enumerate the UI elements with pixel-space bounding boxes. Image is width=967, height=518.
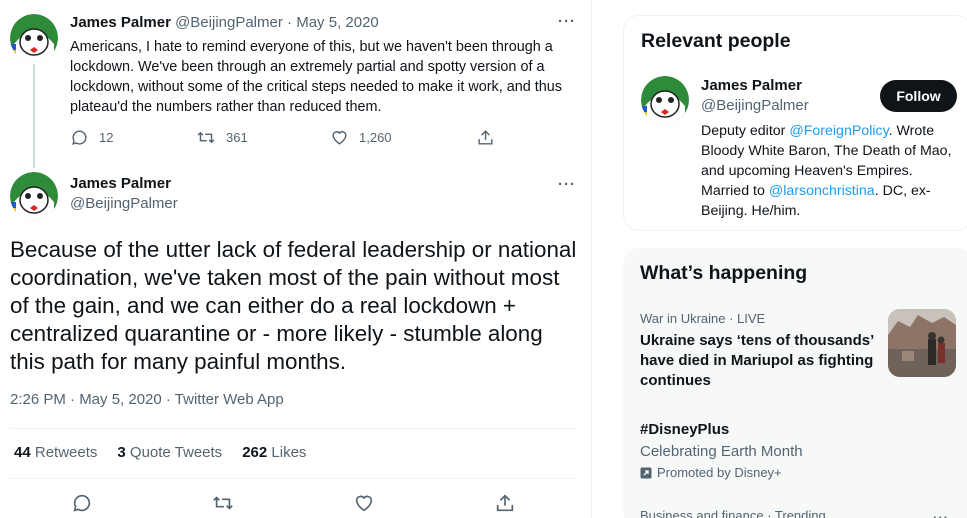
trend-item[interactable]: #DisneyPlus Celebrating Earth Month Prom… (640, 420, 940, 480)
divider (10, 428, 576, 429)
retweets-label: Retweets (34, 444, 98, 461)
bio-link-larsonchristina[interactable]: @larsonchristina (769, 183, 875, 199)
bio-text: Deputy editor (701, 123, 790, 139)
share-button[interactable] (476, 128, 495, 147)
thread-connector (33, 64, 35, 168)
retweets-stat[interactable]: 44 Retweets (14, 444, 97, 461)
divider (10, 478, 576, 479)
relevant-people-card: Relevant people James Palmer @BeijingPal… (623, 15, 967, 231)
main-tweet-text: Because of the utter lack of federal lea… (10, 237, 577, 374)
more-icon[interactable]: ··· (558, 176, 576, 193)
like-button[interactable]: 1,260 (330, 128, 392, 147)
avatar[interactable] (10, 172, 58, 220)
tweet-text: Americans, I hate to remind everyone of … (70, 39, 562, 115)
tweet-thread: James Palmer @BeijingPalmer · May 5, 202… (0, 0, 592, 518)
promoted-text: Promoted by Disney+ (657, 465, 782, 480)
quote-tweets-stat[interactable]: 3 Quote Tweets (117, 444, 222, 461)
avatar[interactable] (641, 76, 689, 124)
more-icon[interactable]: ··· (933, 510, 949, 518)
bio-link-foreignpolicy[interactable]: @ForeignPolicy (789, 123, 888, 139)
reply-button[interactable]: 12 (70, 128, 113, 147)
quotes-count: 3 (117, 444, 126, 461)
quotes-label: Quote Tweets (129, 444, 223, 461)
tweet-actions: 12 361 1,260 (70, 128, 500, 148)
like-count: 1,260 (359, 130, 392, 145)
author-handle[interactable]: @BeijingPalmer (70, 195, 178, 212)
person-handle[interactable]: @BeijingPalmer (701, 97, 809, 114)
tweet-date[interactable]: May 5, 2020 (296, 14, 379, 31)
trend-item[interactable]: War in Ukraine · LIVE Ukraine says ‘tens… (640, 311, 880, 391)
trend-meta: War in Ukraine · LIVE (640, 311, 766, 326)
likes-stat[interactable]: 262 Likes (242, 444, 306, 461)
card-title: Relevant people (641, 30, 791, 52)
reply-count: 12 (99, 130, 114, 145)
trend-title: #DisneyPlus (640, 421, 730, 438)
person-bio: Deputy editor @ForeignPolicy. Wrote Bloo… (701, 121, 963, 221)
tweet-stats: 44 Retweets 3 Quote Tweets 262 Likes (14, 444, 306, 461)
retweet-count: 361 (226, 130, 248, 145)
likes-label: Likes (271, 444, 307, 461)
follow-button[interactable]: Follow (880, 80, 957, 112)
trend-meta: Business and finance · Trending (640, 508, 826, 518)
share-icon[interactable] (494, 492, 516, 514)
trend-item[interactable]: Business and finance · Trending (640, 508, 826, 518)
author-name[interactable]: James Palmer (70, 14, 171, 31)
reply-icon (70, 128, 89, 147)
share-icon (476, 128, 495, 147)
heart-icon[interactable] (353, 492, 375, 514)
promoted-icon (640, 467, 652, 479)
card-title: What’s happening (640, 262, 808, 284)
reply-icon[interactable] (71, 492, 93, 514)
tweet-header: James Palmer @BeijingPalmer · May 5, 202… (70, 14, 379, 31)
tweet-timestamp[interactable]: 2:26 PM · May 5, 2020 · Twitter Web App (10, 391, 284, 408)
more-icon[interactable]: ··· (558, 13, 576, 30)
retweet-icon[interactable] (211, 492, 235, 514)
author-name[interactable]: James Palmer (70, 175, 171, 192)
trend-subtitle: Celebrating Earth Month (640, 443, 803, 460)
person-name[interactable]: James Palmer (701, 77, 802, 94)
trend-title: Ukraine says ‘tens of thousands’ have di… (640, 332, 874, 389)
news-thumbnail[interactable] (888, 309, 956, 377)
author-handle[interactable]: @BeijingPalmer (175, 14, 283, 31)
heart-icon (330, 128, 349, 147)
tweet-actions (0, 492, 592, 518)
retweet-button[interactable]: 361 (196, 128, 248, 147)
promoted-label: Promoted by Disney+ (640, 465, 940, 480)
retweets-count: 44 (14, 444, 31, 461)
whats-happening-card: What’s happening War in Ukraine · LIVE U… (623, 248, 967, 518)
likes-count: 262 (242, 444, 268, 461)
avatar[interactable] (10, 14, 58, 62)
retweet-icon (196, 128, 216, 147)
